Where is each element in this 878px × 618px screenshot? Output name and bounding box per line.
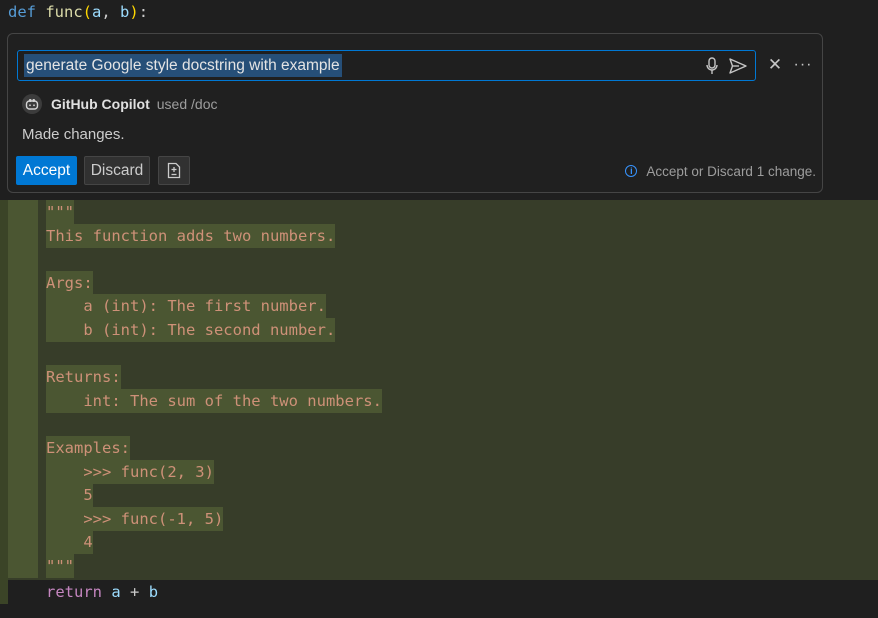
line-indent-highlight (8, 507, 38, 531)
docstring-line (8, 342, 38, 366)
copilot-icon (22, 94, 42, 114)
code-line-return: return a + b (46, 580, 158, 604)
line-indent-highlight (8, 271, 38, 295)
inline-chat-widget: generate Google style docstring with exa… (7, 33, 823, 193)
docstring-line: a (int): The first number. (46, 294, 326, 318)
docstring-line (8, 412, 38, 436)
agent-name: GitHub Copilot (51, 96, 150, 112)
line-indent-highlight (8, 530, 38, 554)
var-a: a (111, 583, 121, 601)
param-a: a (92, 3, 102, 21)
docstring-line: Args: (46, 271, 93, 295)
docstring-line (8, 247, 38, 271)
function-name: func (45, 3, 83, 21)
line-indent-highlight (8, 318, 38, 342)
more-actions-icon[interactable]: ··· (792, 55, 814, 75)
line-indent-highlight (8, 554, 38, 578)
show-diff-button[interactable] (158, 156, 190, 185)
line-indent-highlight (8, 389, 38, 413)
docstring-line: 4 (46, 530, 93, 554)
docstring-line: b (int): The second number. (46, 318, 336, 342)
line-indent-highlight (8, 460, 38, 484)
info-icon: i (625, 165, 638, 177)
code-line-def: def func(a, b): (8, 1, 148, 23)
line-indent-highlight (8, 224, 38, 248)
paren-open: ( (82, 3, 93, 21)
discard-button[interactable]: Discard (84, 156, 150, 185)
docstring-line: """ (46, 554, 74, 578)
paren-close: ) (129, 3, 139, 21)
line-indent-highlight (8, 365, 38, 389)
hint-text: Accept or Discard 1 change. (646, 163, 816, 179)
colon: : (138, 3, 149, 21)
line-indent-highlight (8, 294, 38, 318)
microphone-icon[interactable] (701, 55, 723, 77)
diff-gutter-bar (0, 200, 8, 604)
docstring-line: Examples: (46, 436, 130, 460)
keyword-return: return (46, 583, 102, 601)
prompt-text[interactable]: generate Google style docstring with exa… (24, 54, 342, 77)
comma: , (101, 3, 121, 21)
var-b: b (148, 583, 159, 601)
docstring-line: Returns: (46, 365, 121, 389)
agent-row: GitHub Copilot used /doc (22, 93, 217, 115)
line-indent-highlight (8, 436, 38, 460)
line-indent-highlight (8, 483, 38, 507)
send-icon[interactable] (726, 55, 750, 77)
diff-icon (167, 162, 181, 179)
operator-plus: + (120, 583, 149, 601)
docstring-line: >>> func(2, 3) (46, 460, 214, 484)
chat-prompt-input[interactable]: generate Google style docstring with exa… (17, 50, 756, 81)
docstring-line: int: The sum of the two numbers. (46, 389, 382, 413)
docstring-line: This function adds two numbers. (46, 224, 336, 248)
docstring-line: """ (46, 200, 74, 224)
close-icon[interactable]: ✕ (765, 55, 785, 75)
status-text: Made changes. (22, 126, 125, 143)
param-b: b (120, 3, 130, 21)
docstring-line: 5 (46, 483, 93, 507)
accept-button[interactable]: Accept (16, 156, 77, 185)
change-hint: i Accept or Discard 1 change. (625, 163, 816, 179)
line-indent-highlight (8, 200, 38, 224)
agent-command: used /doc (156, 96, 218, 112)
docstring-line: >>> func(-1, 5) (46, 507, 224, 531)
keyword-def: def (8, 3, 36, 21)
